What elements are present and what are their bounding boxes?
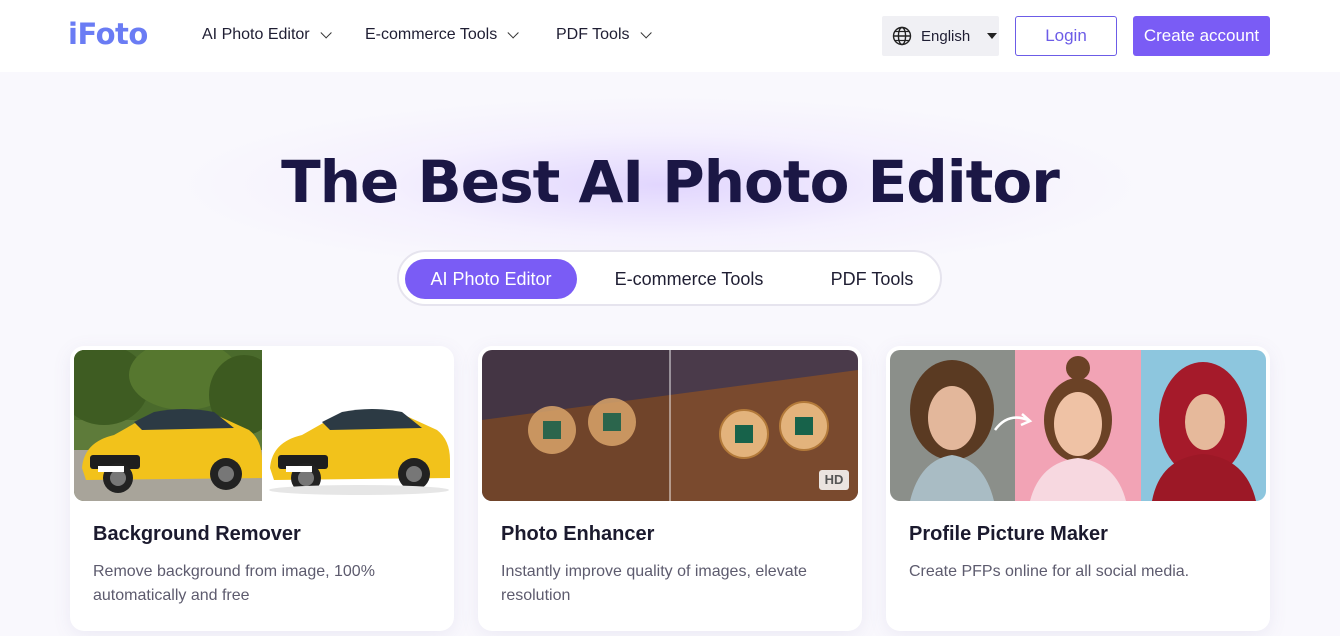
login-button[interactable]: Login xyxy=(1015,16,1117,56)
card-description: Instantly improve quality of images, ele… xyxy=(501,563,807,604)
language-label: English xyxy=(921,27,971,45)
card-title: Profile Picture Maker xyxy=(909,523,1108,545)
hd-badge: HD xyxy=(824,472,844,487)
nav-label: E-commerce Tools xyxy=(365,26,498,43)
caret-down-icon xyxy=(987,33,998,39)
card-title: Background Remover xyxy=(93,523,301,545)
card-background-remover[interactable]: Background Remover Remove background fro… xyxy=(70,346,454,631)
photo-enhancer-thumbnail: HD xyxy=(482,350,858,501)
nav-pdf-tools[interactable]: PDF Tools xyxy=(556,26,652,44)
chevron-down-icon xyxy=(639,27,652,39)
chevron-down-icon xyxy=(320,27,332,39)
card-description: Create PFPs online for all social media. xyxy=(909,563,1190,580)
create-account-button[interactable]: Create account xyxy=(1133,16,1270,56)
ifoto-logo[interactable]: iFoto xyxy=(68,17,148,51)
nav-label: AI Photo Editor xyxy=(202,26,310,43)
globe-icon xyxy=(892,26,912,46)
tab-ai-photo-editor[interactable]: AI Photo Editor xyxy=(405,259,577,299)
site-header: iFoto AI Photo Editor E-commerce Tools P… xyxy=(0,0,1340,72)
card-profile-picture-maker[interactable]: Profile Picture Maker Create PFPs online… xyxy=(886,346,1270,631)
nav-label: PDF Tools xyxy=(556,26,630,43)
card-photo-enhancer[interactable]: HD Photo Enhancer Instantly improve qual… xyxy=(478,346,862,631)
nav-ai-photo-editor[interactable]: AI Photo Editor xyxy=(202,26,332,44)
language-selector[interactable]: English xyxy=(882,16,999,56)
card-title: Photo Enhancer xyxy=(501,523,655,545)
nav-ecommerce-tools[interactable]: E-commerce Tools xyxy=(365,26,519,44)
tab-pdf-tools[interactable]: PDF Tools xyxy=(807,259,937,299)
background-remover-thumbnail xyxy=(74,350,450,501)
card-description: Remove background from image, 100% autom… xyxy=(93,563,375,604)
category-tabs: AI Photo Editor E-commerce Tools PDF Too… xyxy=(397,250,942,306)
profile-picture-maker-thumbnail xyxy=(890,350,1266,501)
hero-title: The Best AI Photo Editor xyxy=(281,148,1060,216)
tab-ecommerce-tools[interactable]: E-commerce Tools xyxy=(589,259,789,299)
chevron-down-icon xyxy=(507,27,519,39)
